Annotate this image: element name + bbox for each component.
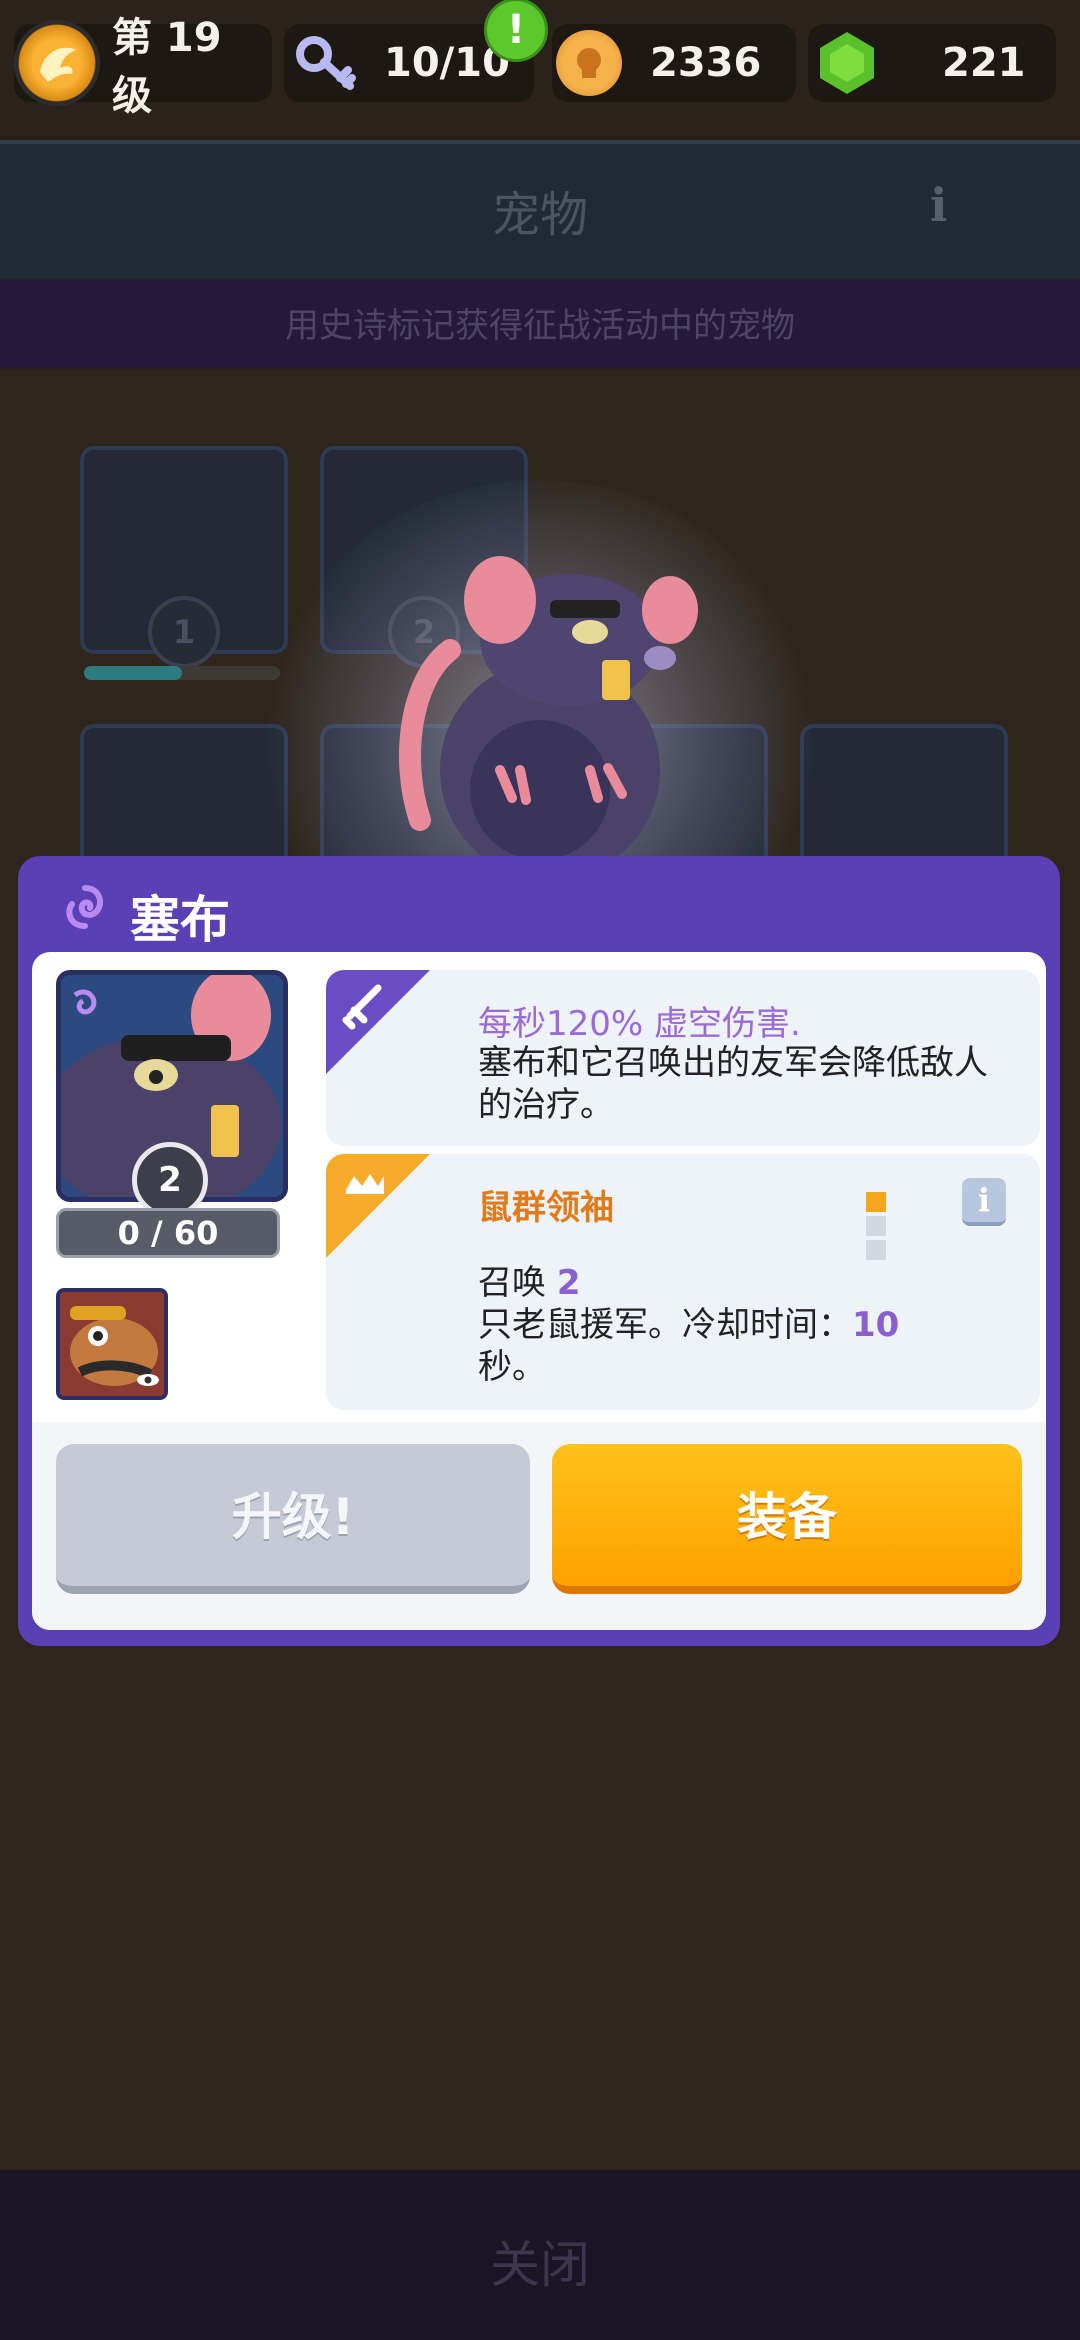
key-icon bbox=[296, 36, 356, 90]
attack-skill-description: 塞布和它召唤出的友军会降低敌人的治疗。 bbox=[478, 1043, 988, 1125]
keys-chip[interactable]: 10/10 ! bbox=[284, 0, 548, 102]
close-button[interactable]: 关闭 bbox=[0, 2225, 1080, 2297]
skill-cooldown-value: 10 bbox=[852, 1305, 900, 1345]
pets-banner-text: 用史诗标记获得征战活动中的宠物 bbox=[285, 306, 795, 346]
rank-pip-empty bbox=[866, 1240, 886, 1260]
pet-detail-modal: 塞布 2 0 / 60 每秒120% 虚空伤害. 塞布和它召唤出的友军会降低敌人… bbox=[18, 856, 1060, 1646]
gem-icon bbox=[820, 32, 874, 94]
skill-summon-count: 2 bbox=[556, 1263, 581, 1303]
pet-level-badge: 2 bbox=[132, 1142, 208, 1218]
coins-chip[interactable]: 2336 bbox=[552, 24, 796, 102]
pet-item-thumbnail[interactable] bbox=[56, 1288, 168, 1400]
pet-name: 塞布 bbox=[130, 891, 230, 949]
skill-desc-middle: 只老鼠援军。冷却时间： bbox=[478, 1305, 852, 1345]
pet-level-badge: 1 bbox=[148, 596, 220, 668]
currency-bar: 第 19 级 10/10 ! 2336 221 bbox=[0, 0, 1080, 135]
leader-skill-description: 召唤 2 只老鼠援军。冷却时间：10 秒。 bbox=[478, 1262, 998, 1388]
pet-progress-bar bbox=[84, 666, 280, 680]
leader-skill-corner bbox=[326, 1154, 430, 1258]
skill-desc-prefix: 召唤 bbox=[478, 1263, 557, 1303]
equip-button[interactable]: 装备 bbox=[552, 1444, 1022, 1594]
alert-icon[interactable]: ! bbox=[484, 0, 548, 62]
skill-desc-suffix: 秒。 bbox=[478, 1347, 546, 1387]
pet-card-toad[interactable]: 1 bbox=[80, 446, 288, 668]
modal-body: 2 0 / 60 每秒120% 虚空伤害. 塞布和它召唤出的友军会降低敌人的治疗… bbox=[32, 952, 1046, 1630]
player-level-chip[interactable]: 第 19 级 bbox=[14, 15, 272, 119]
rat-character-image bbox=[399, 556, 698, 870]
gems-chip[interactable]: 221 bbox=[808, 24, 1056, 102]
skill-info-button[interactable]: i bbox=[962, 1178, 1006, 1226]
rank-pip-empty bbox=[866, 1216, 886, 1236]
level-wing-icon bbox=[14, 20, 100, 106]
pets-info-button[interactable]: i bbox=[930, 178, 947, 232]
upgrade-button[interactable]: 升级! bbox=[56, 1444, 530, 1594]
attack-skill-corner bbox=[326, 970, 430, 1074]
leader-skill-name: 鼠群领袖 bbox=[478, 1188, 614, 1228]
modal-header: 塞布 bbox=[18, 856, 1060, 956]
attack-skill-card: 每秒120% 虚空伤害. 塞布和它召唤出的友军会降低敌人的治疗。 bbox=[326, 970, 1040, 1146]
pets-page-title: 宠物 bbox=[491, 187, 588, 243]
rank-pip-filled bbox=[866, 1192, 886, 1212]
attack-skill-damage: 每秒120% 虚空伤害. bbox=[478, 1004, 801, 1044]
player-level-text: 第 19 级 bbox=[112, 15, 222, 119]
gems-count: 221 bbox=[942, 40, 1026, 86]
coins-count: 2336 bbox=[650, 40, 762, 86]
leader-skill-card: 鼠群领袖 i 召唤 2 只老鼠援军。冷却时间：10 秒。 bbox=[326, 1154, 1040, 1410]
eye-icon bbox=[137, 1374, 159, 1386]
pet-shard-progress: 0 / 60 bbox=[56, 1208, 280, 1258]
coin-icon bbox=[556, 30, 622, 96]
void-element-icon bbox=[66, 885, 103, 929]
skill-rank-indicator bbox=[866, 1192, 892, 1264]
